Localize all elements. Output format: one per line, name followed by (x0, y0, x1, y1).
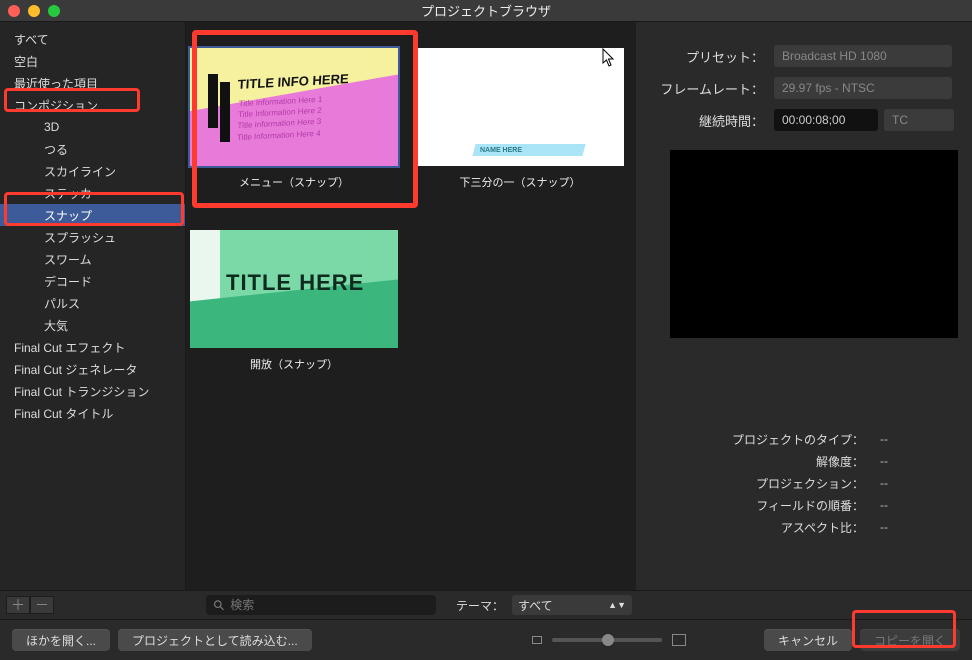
search-input[interactable] (230, 598, 428, 612)
window-title: プロジェクトブラウザ (0, 1, 972, 20)
add-button[interactable]: ＋ (6, 596, 30, 614)
sidebar-item-pulse[interactable]: パルス (0, 292, 185, 314)
small-thumbnail-icon (532, 636, 542, 644)
size-slider-knob[interactable] (602, 634, 614, 646)
sidebar-item-snap[interactable]: スナップ (0, 204, 185, 226)
preview-viewport (670, 150, 958, 338)
thumb-title-text: TITLE HERE (226, 270, 364, 296)
framerate-label: フレームレート： (648, 79, 764, 98)
thumb-strip-text: NAME HERE (480, 147, 522, 154)
theme-value: すべて (518, 597, 553, 614)
meta-projection-value: -- (874, 476, 888, 490)
preset-label: プリセット： (648, 47, 764, 66)
template-label: 開放（スナップ） (250, 356, 338, 372)
sidebar-item-3d[interactable]: 3D (0, 116, 185, 138)
template-thumbnail[interactable]: TITLE INFO HERE Title Information Here 1… (190, 48, 398, 166)
template-gallery: TITLE INFO HERE Title Information Here 1… (186, 22, 636, 590)
preset-select[interactable]: Broadcast HD 1080 (774, 45, 952, 67)
toolbar-middle: ＋ － ⚲ テーマ： すべて ▲▼ (0, 590, 972, 620)
sidebar-item-sticker[interactable]: ステッカー (0, 182, 185, 204)
template-item-open-snap[interactable]: TITLE HERE 開放（スナップ） (190, 230, 398, 372)
meta-field-order-label: フィールドの順番： (648, 497, 864, 514)
sidebar-item-atmosphere[interactable]: 大気 (0, 314, 185, 336)
window-close-button[interactable] (8, 5, 20, 17)
sidebar-item-decode[interactable]: デコード (0, 270, 185, 292)
sidebar-item-compositions[interactable]: コンポジション (0, 94, 185, 116)
sidebar-item-tsuru[interactable]: つる (0, 138, 185, 160)
framerate-select[interactable]: 29.97 fps - NTSC (774, 77, 952, 99)
thumb-info-lines: Title Information Here 1 Title Informati… (237, 94, 323, 143)
meta-projection-label: プロジェクション： (648, 475, 864, 492)
titlebar: プロジェクトブラウザ (0, 0, 972, 22)
large-thumbnail-icon (672, 634, 686, 646)
import-as-project-button[interactable]: プロジェクトとして読み込む... (118, 629, 312, 651)
sidebar-item-fcp-transitions[interactable]: Final Cut トランジション (0, 380, 185, 402)
meta-resolution-value: -- (874, 454, 888, 468)
right-panel: プリセット： Broadcast HD 1080 フレームレート： 29.97 … (636, 22, 972, 590)
sidebar-item-fcp-titles[interactable]: Final Cut タイトル (0, 402, 185, 424)
template-label: メニュー（スナップ） (239, 174, 349, 190)
sidebar-item-blank[interactable]: 空白 (0, 50, 185, 72)
meta-project-type-label: プロジェクトのタイプ： (648, 431, 864, 448)
template-item-lower-third-snap[interactable]: NAME HERE 下三分の一（スナップ） (416, 48, 624, 190)
window-minimize-button[interactable] (28, 5, 40, 17)
updown-icon: ▲▼ (608, 600, 626, 610)
meta-aspect-value: -- (874, 520, 888, 534)
cancel-button[interactable]: キャンセル (764, 629, 852, 651)
template-item-menu-snap[interactable]: TITLE INFO HERE Title Information Here 1… (190, 48, 398, 190)
duration-label: 継続時間： (648, 111, 764, 130)
size-slider-track[interactable] (552, 638, 662, 642)
search-field[interactable]: ⚲ (206, 595, 436, 615)
sidebar-item-swarm[interactable]: スワーム (0, 248, 185, 270)
theme-select[interactable]: すべて ▲▼ (512, 595, 632, 615)
open-other-button[interactable]: ほかを開く... (12, 629, 110, 651)
meta-field-order-value: -- (874, 498, 888, 512)
template-thumbnail[interactable]: NAME HERE (416, 48, 624, 166)
template-label: 下三分の一（スナップ） (460, 174, 581, 190)
timecode-format-select[interactable]: TC (884, 109, 954, 131)
sidebar-item-recent[interactable]: 最近使った項目 (0, 72, 185, 94)
remove-button[interactable]: － (30, 596, 54, 614)
footer-toolbar: ほかを開く... プロジェクトとして読み込む... キャンセル コピーを開く (0, 620, 972, 660)
sidebar-item-skyline[interactable]: スカイライン (0, 160, 185, 182)
sidebar-item-fcp-generators[interactable]: Final Cut ジェネレータ (0, 358, 185, 380)
duration-field[interactable]: 00:00:08;00 (774, 109, 878, 131)
sidebar-item-splash[interactable]: スプラッシュ (0, 226, 185, 248)
sidebar-item-all[interactable]: すべて (0, 28, 185, 50)
meta-project-type-value: -- (874, 432, 888, 446)
search-icon: ⚲ (209, 595, 228, 614)
window-zoom-button[interactable] (48, 5, 60, 17)
template-thumbnail[interactable]: TITLE HERE (190, 230, 398, 348)
meta-resolution-label: 解像度： (648, 453, 864, 470)
thumbnail-size-slider[interactable] (532, 634, 686, 646)
sidebar-item-fcp-effects[interactable]: Final Cut エフェクト (0, 336, 185, 358)
meta-aspect-label: アスペクト比： (648, 519, 864, 536)
theme-label: テーマ： (456, 597, 504, 614)
open-copy-button[interactable]: コピーを開く (860, 629, 960, 651)
sidebar: すべて 空白 最近使った項目 コンポジション 3D つる スカイライン ステッカ… (0, 22, 186, 590)
